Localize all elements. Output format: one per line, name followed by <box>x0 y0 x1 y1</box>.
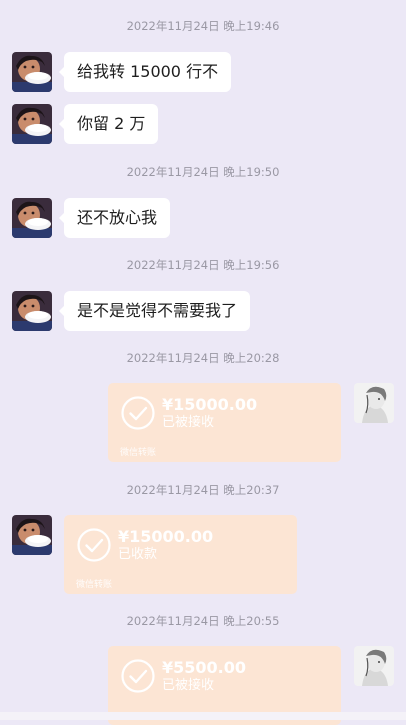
self-avatar[interactable] <box>354 383 394 423</box>
contact-avatar[interactable] <box>12 515 52 555</box>
transfer-card[interactable]: ¥15000.00 已收款 微信转账 <box>64 515 297 594</box>
contact-avatar[interactable] <box>12 291 52 331</box>
transfer-status: 已被接收 <box>162 678 215 693</box>
check-circle-icon <box>120 395 156 431</box>
message-row: 你留 2 万 <box>0 104 406 144</box>
message-bubble[interactable]: 你留 2 万 <box>58 104 159 144</box>
transfer-status: 已收款 <box>118 547 158 562</box>
message-row: 还不放心我 <box>0 198 406 238</box>
transfer-status: 已被接收 <box>162 415 215 430</box>
message-bubble[interactable]: 还不放心我 <box>58 198 171 238</box>
message-row: ¥15000.00 已被接收 微信转账 <box>0 383 406 462</box>
transfer-amount: ¥15000.00 <box>118 527 214 546</box>
input-bar-edge <box>0 712 406 720</box>
check-circle-icon <box>76 527 112 563</box>
message-row: ¥15000.00 已收款 微信转账 <box>0 515 406 594</box>
message-row: 给我转 15000 行不 <box>0 52 406 92</box>
check-circle-icon <box>120 658 156 694</box>
message-timestamp: 2022年11月24日 晚上19:46 <box>126 19 280 33</box>
message-timestamp: 2022年11月24日 晚上20:37 <box>126 483 280 497</box>
contact-avatar[interactable] <box>12 198 52 238</box>
transfer-card[interactable]: ¥15000.00 已被接收 微信转账 <box>108 383 341 462</box>
transfer-amount: ¥15000.00 <box>162 395 258 414</box>
message-row: 是不是觉得不需要我了 <box>0 291 406 331</box>
message-timestamp: 2022年11月24日 晚上20:28 <box>126 351 280 365</box>
message-timestamp: 2022年11月24日 晚上20:55 <box>126 614 280 628</box>
contact-avatar[interactable] <box>12 52 52 92</box>
chat-message-list[interactable]: 2022年11月24日 晚上19:46 给我转 15000 行不 你留 2 万 … <box>0 0 406 725</box>
message-row: ¥5500.00 已被接收 <box>0 646 406 725</box>
message-bubble[interactable]: 是不是觉得不需要我了 <box>58 291 251 331</box>
self-avatar[interactable] <box>354 646 394 686</box>
message-bubble[interactable]: 给我转 15000 行不 <box>58 52 232 92</box>
transfer-amount: ¥5500.00 <box>162 658 247 677</box>
message-timestamp: 2022年11月24日 晚上19:56 <box>126 258 280 272</box>
message-timestamp: 2022年11月24日 晚上19:50 <box>126 165 280 179</box>
transfer-footer: 微信转账 <box>120 448 157 458</box>
transfer-footer: 微信转账 <box>76 580 113 590</box>
contact-avatar[interactable] <box>12 104 52 144</box>
